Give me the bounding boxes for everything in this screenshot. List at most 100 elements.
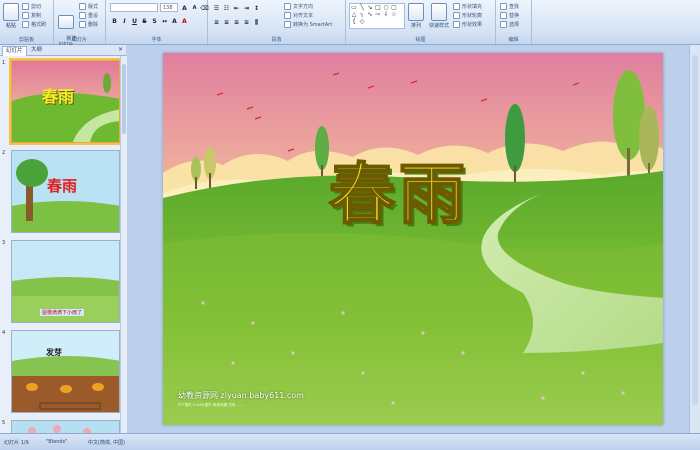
- smartart-label: 转换为 SmartArt: [293, 22, 333, 28]
- select-button[interactable]: 选择: [500, 21, 519, 28]
- triangle-shape-icon[interactable]: △: [350, 11, 358, 18]
- slide-thumbnail-5[interactable]: [11, 420, 120, 433]
- align-text-icon: [284, 12, 291, 19]
- star-shape-icon[interactable]: ☆: [390, 11, 398, 18]
- align-text-button[interactable]: 对齐文本: [284, 12, 313, 19]
- cut-label: 剪切: [31, 4, 42, 10]
- line-spacing-icon[interactable]: ↕: [252, 4, 261, 13]
- thumb5-art: [12, 421, 119, 433]
- slide-title[interactable]: 春雨: [328, 141, 469, 237]
- shape-outline-button[interactable]: 形状轮廓: [453, 12, 482, 19]
- quick-styles-button[interactable]: 快速样式: [428, 3, 450, 29]
- italic-icon[interactable]: I: [120, 17, 129, 26]
- rounded-shape-icon[interactable]: ▢: [390, 4, 398, 11]
- tab-slides[interactable]: 幻灯片: [2, 46, 27, 56]
- layout-button[interactable]: 版式: [79, 3, 98, 10]
- format-painter-button[interactable]: 格式刷: [22, 21, 46, 28]
- columns-icon[interactable]: ⫼: [252, 18, 261, 27]
- brace-shape-icon[interactable]: {: [350, 18, 358, 25]
- slide-canvas[interactable]: 春雨 幼教资源网 ziyuan.baby611.com PPT课件 FLASH课…: [163, 53, 663, 425]
- replace-label: 替换: [509, 13, 520, 19]
- reset-icon: [79, 12, 86, 19]
- slide-scroll-thumb[interactable]: [692, 55, 698, 405]
- arrow-shape-icon[interactable]: ↘: [366, 4, 374, 11]
- align-center-icon[interactable]: ≡: [222, 18, 231, 27]
- slide-background-art: [163, 53, 663, 425]
- right-arrow-shape-icon[interactable]: ⇨: [374, 11, 382, 18]
- tab-outline[interactable]: 大纲: [28, 46, 45, 55]
- replace-button[interactable]: 替换: [500, 12, 519, 19]
- numbering-icon[interactable]: ☷: [222, 4, 231, 13]
- thumbnail-scroll-thumb[interactable]: [122, 64, 126, 134]
- delete-slide-button[interactable]: 删除: [79, 21, 98, 28]
- textbox-shape-icon[interactable]: ▭: [350, 4, 358, 11]
- list-row: ☰ ☷ ⇤ ⇥ ↕: [212, 4, 261, 13]
- font-color-icon[interactable]: A: [180, 17, 189, 26]
- status-language[interactable]: 中文(简体, 中国): [88, 439, 125, 446]
- font-size-combo[interactable]: 138: [160, 3, 178, 12]
- copy-button[interactable]: 复制: [22, 12, 41, 19]
- thumb-number: 1: [2, 60, 6, 66]
- bold-icon[interactable]: B: [110, 17, 119, 26]
- text-direction-button[interactable]: 文字方向: [284, 3, 313, 10]
- thumb-number: 4: [2, 330, 6, 336]
- arrange-label: 排列: [410, 23, 421, 29]
- rect-shape-icon[interactable]: □: [374, 4, 382, 11]
- thumbnail-scrollbar[interactable]: [120, 56, 127, 433]
- char-spacing-icon[interactable]: ↔: [160, 17, 169, 26]
- curve-shape-icon[interactable]: ∿: [366, 11, 374, 18]
- shrink-font-icon[interactable]: A: [190, 4, 199, 13]
- align-right-icon[interactable]: ≡: [232, 18, 241, 27]
- font-name-combo[interactable]: [110, 3, 158, 12]
- callout-shape-icon[interactable]: ◇: [358, 18, 366, 25]
- bullets-icon[interactable]: ☰: [212, 4, 221, 13]
- quick-styles-icon: [431, 3, 447, 21]
- oval-shape-icon[interactable]: ○: [382, 4, 390, 11]
- drawing-group: ▭ ╲ ↘ □ ○ ▢ △ ┐ ∿ ⇨ ⇩ ☆ {◇ 排列 快速样式 形状填充 形状轮廓 形状效果 绘图: [346, 0, 496, 44]
- paragraph-group-label: 段落: [271, 37, 282, 43]
- drawing-group-label: 绘图: [415, 37, 426, 43]
- layout-icon: [79, 3, 86, 10]
- change-case-icon[interactable]: A: [170, 17, 179, 26]
- arrange-icon: [408, 3, 424, 21]
- slide-thumbnail-2[interactable]: 春雨: [11, 150, 120, 233]
- align-text-label: 对齐文本: [293, 13, 314, 19]
- ribbon: 粘贴 剪切 复制 格式刷 剪贴板 新建 幻灯片 版式 重设 删除 幻灯片 138…: [0, 0, 700, 48]
- binoculars-icon: [500, 3, 507, 10]
- close-pane-icon[interactable]: ×: [118, 46, 123, 53]
- brush-icon: [22, 21, 29, 28]
- cut-button[interactable]: 剪切: [22, 3, 41, 10]
- align-row: ≡ ≡ ≡ ≡ ⫼: [212, 18, 261, 27]
- line-shape-icon[interactable]: ╲: [358, 4, 366, 11]
- reset-button[interactable]: 重设: [79, 12, 98, 19]
- elbow-shape-icon[interactable]: ┐: [358, 11, 366, 18]
- shape-effects-button[interactable]: 形状效果: [453, 21, 482, 28]
- thumb-number: 3: [2, 240, 6, 246]
- justify-icon[interactable]: ≡: [242, 18, 251, 27]
- reset-label: 重设: [88, 13, 99, 19]
- grow-font-icon[interactable]: A: [180, 4, 189, 13]
- slide-scrollbar[interactable]: [689, 45, 700, 433]
- slide-thumbnail-3[interactable]: 屋檐滴滴下小雨了: [11, 240, 120, 323]
- decrease-indent-icon[interactable]: ⇤: [232, 4, 241, 13]
- shape-effects-label: 形状效果: [462, 22, 483, 28]
- increase-indent-icon[interactable]: ⇥: [242, 4, 251, 13]
- shape-fill-button[interactable]: 形状填充: [453, 3, 482, 10]
- down-arrow-shape-icon[interactable]: ⇩: [382, 11, 390, 18]
- smartart-button[interactable]: 转换为 SmartArt: [284, 21, 332, 28]
- paste-button[interactable]: 粘贴: [3, 3, 19, 29]
- align-left-icon[interactable]: ≡: [212, 18, 221, 27]
- shadow-icon[interactable]: S: [150, 17, 159, 26]
- underline-icon[interactable]: U: [130, 17, 139, 26]
- strikethrough-icon[interactable]: S: [140, 17, 149, 26]
- shape-outline-label: 形状轮廓: [462, 13, 483, 19]
- slide-thumbnail-4[interactable]: 发芽: [11, 330, 120, 413]
- find-button[interactable]: 查找: [500, 3, 519, 10]
- select-label: 选择: [509, 22, 520, 28]
- shapes-gallery[interactable]: ▭ ╲ ↘ □ ○ ▢ △ ┐ ∿ ⇨ ⇩ ☆ {◇: [349, 3, 405, 29]
- slides-group-label: 幻灯片: [71, 37, 87, 43]
- panel-tabs: 幻灯片 大纲 ×: [0, 45, 126, 56]
- arrange-button[interactable]: 排列: [408, 3, 424, 29]
- font-size-value: 138: [163, 5, 173, 11]
- slide-thumbnail-1[interactable]: 春雨: [9, 58, 122, 145]
